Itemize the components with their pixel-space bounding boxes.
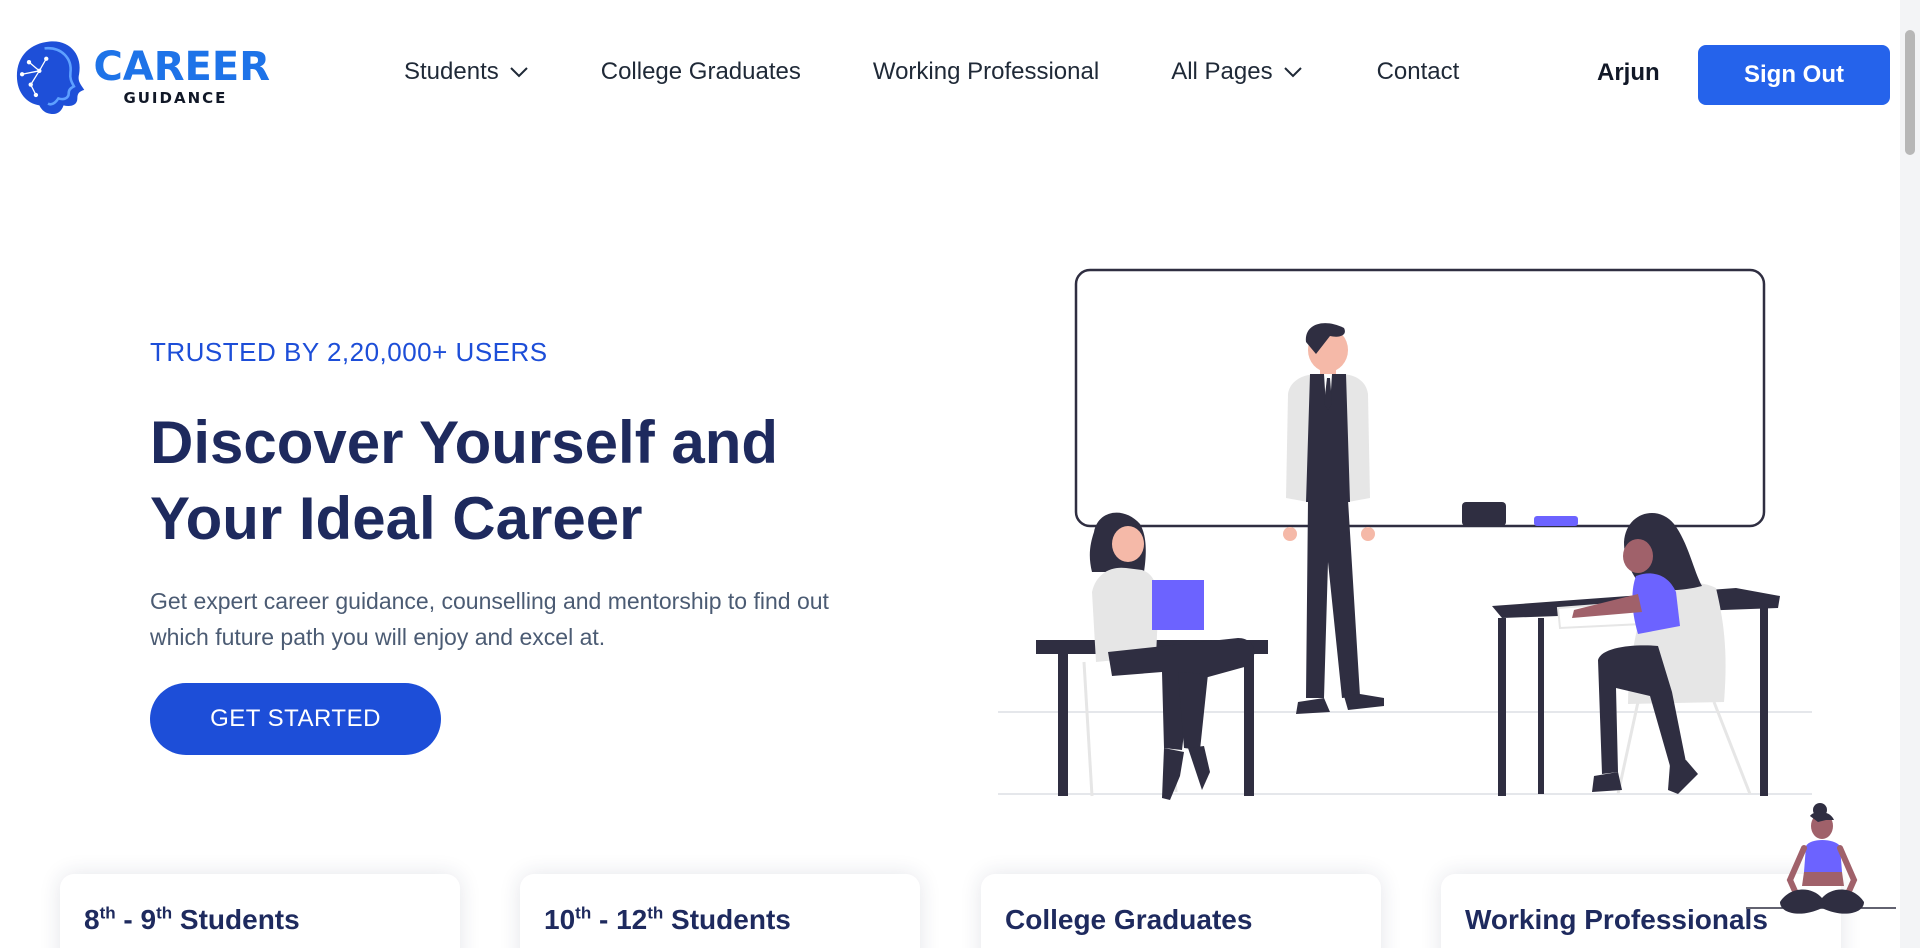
get-started-button[interactable]: GET STARTED: [150, 683, 441, 755]
card-10th-12th-students[interactable]: 10th - 12th Students: [520, 874, 920, 948]
card-title-part: - 12: [591, 904, 648, 935]
classroom-illustration: [998, 268, 1812, 800]
page-scrollbar[interactable]: [1900, 0, 1920, 948]
card-title-part: Students: [172, 904, 300, 935]
card-title-sup: th: [575, 903, 592, 923]
card-title-part: 8: [84, 904, 100, 935]
card-title-part: - 9: [115, 904, 157, 935]
main-nav: Students College Graduates Working Profe…: [404, 58, 1459, 86]
chevron-down-icon: [510, 67, 528, 78]
hero-title-line-2: Your Ideal Career: [150, 485, 643, 552]
card-title-part: 10: [544, 904, 576, 935]
nav-contact-label: Contact: [1376, 58, 1460, 85]
card-title: College Graduates: [1005, 904, 1253, 935]
hero-trusted-badge: TRUSTED BY 2,20,000+ USERS: [150, 337, 548, 367]
nav-college-graduates-label: College Graduates: [600, 58, 801, 85]
hero-title-line-1: Discover Yourself and: [150, 409, 779, 476]
card-title: 8th - 9th Students: [84, 904, 436, 936]
nav-students[interactable]: Students: [404, 58, 529, 86]
card-8th-9th-students[interactable]: 8th - 9th Students: [60, 874, 460, 948]
card-title: 10th - 12th Students: [544, 904, 896, 936]
brand-logo[interactable]: CAREER GUIDANCE: [10, 30, 270, 122]
card-college-graduates[interactable]: College Graduates: [981, 874, 1381, 948]
card-title-sup: th: [99, 903, 116, 923]
card-title-sup: th: [647, 903, 664, 923]
nav-contact[interactable]: Contact: [1377, 58, 1460, 86]
hero-title: Discover Yourself and Your Ideal Career: [150, 405, 830, 557]
audience-cards: 8th - 9th Students 10th - 12th Students …: [60, 874, 1860, 948]
sign-out-button[interactable]: Sign Out: [1698, 45, 1890, 105]
nav-all-pages[interactable]: All Pages: [1171, 58, 1302, 86]
user-name[interactable]: Arjun: [1597, 59, 1660, 87]
nav-students-label: Students: [404, 58, 499, 85]
scrollbar-thumb[interactable]: [1905, 30, 1915, 155]
nav-working-professional-label: Working Professional: [872, 58, 1100, 85]
site-header: CAREER GUIDANCE Students College Graduat…: [0, 0, 1900, 150]
head-circuit-logo-icon: [16, 41, 85, 114]
nav-all-pages-label: All Pages: [1171, 58, 1273, 85]
card-title-part: Students: [663, 904, 791, 935]
nav-college-graduates[interactable]: College Graduates: [601, 58, 801, 86]
meditation-chat-widget-icon[interactable]: [1746, 802, 1896, 924]
card-title-sup: th: [156, 903, 173, 923]
hero-description: Get expert career guidance, counselling …: [150, 588, 829, 650]
nav-working-professional[interactable]: Working Professional: [873, 58, 1099, 86]
brand-wordmark: CAREER GUIDANCE: [93, 47, 270, 106]
brand-tagline: GUIDANCE: [123, 88, 228, 107]
chevron-down-icon: [1283, 67, 1302, 78]
brand-name: CAREER: [93, 43, 270, 90]
